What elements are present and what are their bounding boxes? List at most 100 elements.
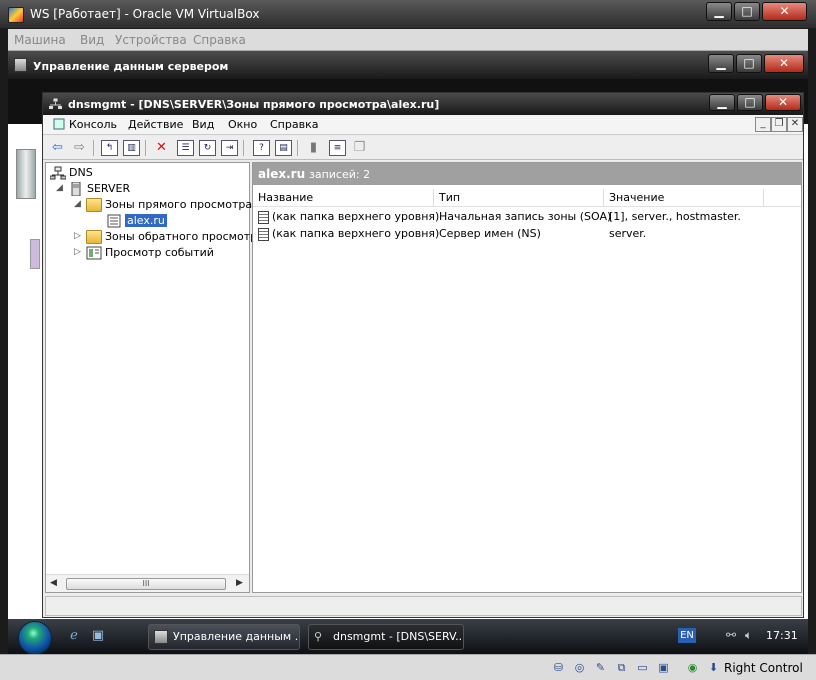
volume-tray-icon[interactable]: 🔈︎ <box>745 628 752 643</box>
show-hide-tree-icon[interactable]: ▥ <box>123 140 140 156</box>
column-header-type[interactable]: Тип <box>434 189 604 207</box>
dns-close-button[interactable]: ✕ <box>765 94 801 111</box>
toolbar-separator <box>243 140 244 156</box>
tree-node-alex-ru[interactable]: alex.ru <box>106 213 167 229</box>
expand-icon[interactable]: ▷ <box>74 247 81 257</box>
mdi-minimize-button[interactable]: _ <box>755 117 771 132</box>
scroll-left-icon[interactable]: ◀ <box>50 578 57 588</box>
scroll-thumb[interactable]: III <box>66 578 226 590</box>
host-key-icon[interactable]: ⬇ <box>706 660 721 675</box>
display-icon[interactable]: ▣ <box>656 660 671 675</box>
close-button[interactable]: ✕ <box>762 2 807 21</box>
record-name: (как папка верхнего уровня) <box>272 210 440 223</box>
sm-minimize-button[interactable]: ▁ <box>708 54 734 73</box>
column-header-name[interactable]: Название <box>253 189 434 207</box>
sm-close-button[interactable]: ✕ <box>764 54 804 73</box>
tree-node-reverse-zones[interactable]: Зоны обратного просмотра <box>86 229 264 245</box>
new-domain-icon[interactable]: ❐ <box>351 140 368 156</box>
forward-arrow-icon[interactable]: ⇨ <box>71 140 88 156</box>
dns-server-icon[interactable]: ▮ <box>305 140 322 156</box>
virtualbox-app-icon <box>8 7 24 23</box>
tree-label-alex-ru: alex.ru <box>125 214 167 227</box>
column-headers: Название Тип Значение <box>253 189 801 207</box>
new-record-icon[interactable]: ≡ <box>329 140 346 156</box>
collapse-icon[interactable]: ◢ <box>74 199 81 209</box>
optical-drive-icon[interactable]: ◎ <box>572 660 587 675</box>
folder-icon <box>86 198 102 212</box>
properties-icon[interactable]: ☰ <box>177 140 194 156</box>
record-name: (как папка верхнего уровня) <box>272 227 440 240</box>
server-manager-quicklaunch-icon[interactable]: ▣ <box>90 628 106 644</box>
taskbar-task-label: Управление данным ... <box>173 630 300 643</box>
dns-maximize-button[interactable]: □ <box>737 94 763 111</box>
record-type: Сервер имен (NS) <box>439 227 541 240</box>
tree-node-forward-zones[interactable]: Зоны прямого просмотра <box>86 197 252 213</box>
tree-node-dns[interactable]: DNS <box>50 165 93 181</box>
delete-icon[interactable]: ✕ <box>153 140 170 156</box>
tree-horizontal-scrollbar[interactable]: ◀ III ▶ <box>46 574 249 592</box>
tree-label-event-viewer: Просмотр событий <box>105 246 214 259</box>
back-arrow-icon[interactable]: ⇦ <box>49 140 66 156</box>
expand-icon[interactable]: ▷ <box>74 231 81 241</box>
menu-console <box>53 118 65 131</box>
refresh-icon[interactable]: ↻ <box>199 140 216 156</box>
server-illustration-icon <box>16 149 36 199</box>
folder-icon <box>86 230 102 244</box>
zone-file-icon <box>107 214 121 228</box>
dns-minimize-button[interactable]: ▁ <box>709 94 735 111</box>
clock[interactable]: 17:31 <box>766 629 798 642</box>
usb-icon[interactable]: ✎ <box>593 660 608 675</box>
export-list-icon[interactable]: ⇥ <box>221 140 238 156</box>
console-icon <box>53 118 65 130</box>
scroll-right-icon[interactable]: ▶ <box>236 578 243 588</box>
tree-label-dns: DNS <box>69 166 93 179</box>
minimize-button[interactable]: ▁ <box>706 2 732 21</box>
hard-disk-icon[interactable]: ⛁ <box>551 660 566 675</box>
toolbar-separator <box>145 140 146 156</box>
details-pane: alex.ru записей: 2 Название Тип Значение… <box>252 162 802 593</box>
record-icon <box>258 210 269 224</box>
dns-root-icon <box>50 166 66 180</box>
server-manager-title-bar: Управление данным сервером ▁ □ ✕ <box>8 51 808 79</box>
tree-node-event-viewer[interactable]: Просмотр событий <box>86 245 214 261</box>
menu-machine[interactable]: Машина <box>14 33 66 47</box>
menu-dns-help[interactable]: Справка <box>270 118 318 131</box>
taskbar-button-dnsmgmt[interactable]: ⚲ dnsmgmt - [DNS\SERV... <box>308 624 464 650</box>
menu-window[interactable]: Окно <box>228 118 257 131</box>
collapse-icon[interactable]: ◢ <box>56 183 63 193</box>
dnsmgmt-title-bar: dnsmgmt - [DNS\SERVER\Зоны прямого просм… <box>43 93 803 115</box>
menu-dns-view[interactable]: Вид <box>192 118 214 131</box>
network-tray-icon[interactable]: ⚯ <box>726 628 736 642</box>
menu-action[interactable]: Действие <box>128 118 183 131</box>
mdi-close-button[interactable]: ✕ <box>787 117 803 132</box>
server-manager-task-icon <box>154 630 168 644</box>
sm-maximize-button[interactable]: □ <box>736 54 762 73</box>
column-header-value[interactable]: Значение <box>604 189 764 207</box>
mouse-integration-icon[interactable]: ◉ <box>685 660 700 675</box>
dnsmgmt-task-icon: ⚲ <box>314 630 323 643</box>
dnsmgmt-title: dnsmgmt - [DNS\SERVER\Зоны прямого просм… <box>68 98 440 111</box>
menu-devices[interactable]: Устройства <box>115 33 187 47</box>
maximize-button[interactable]: □ <box>734 2 760 21</box>
internet-explorer-icon[interactable]: ℯ <box>66 628 82 644</box>
mdi-restore-button[interactable]: ❐ <box>771 117 787 132</box>
show-action-pane-icon[interactable]: ▤ <box>275 140 292 156</box>
table-row[interactable]: (как папка верхнего уровня) Начальная за… <box>253 208 801 225</box>
virtualbox-title-bar: WS [Работает] - Oracle VM VirtualBox ▁ □… <box>0 0 816 28</box>
console-tree: DNS ◢ SERVER ◢ Зоны прямого просмотра al… <box>45 162 264 593</box>
network-adapter-icon[interactable]: ⧉ <box>614 660 629 675</box>
dnsmgmt-status-bar <box>45 596 802 616</box>
server-manager-title: Управление данным сервером <box>33 60 229 73</box>
start-button[interactable] <box>18 621 52 655</box>
help-icon[interactable]: ? <box>253 140 270 156</box>
tree-node-server[interactable]: SERVER <box>68 181 130 197</box>
menu-view[interactable]: Вид <box>80 33 104 47</box>
up-one-level-icon[interactable]: ↰ <box>101 140 118 156</box>
shared-folders-icon[interactable]: ▭ <box>635 660 650 675</box>
record-type: Начальная запись зоны (SOA) <box>439 210 612 223</box>
language-indicator[interactable]: EN <box>678 628 696 643</box>
menu-help[interactable]: Справка <box>193 33 246 47</box>
table-row[interactable]: (как папка верхнего уровня) Сервер имен … <box>253 225 801 242</box>
taskbar-button-server-manager[interactable]: Управление данным ... <box>148 624 300 650</box>
menu-console-label[interactable]: Консоль <box>69 118 117 131</box>
